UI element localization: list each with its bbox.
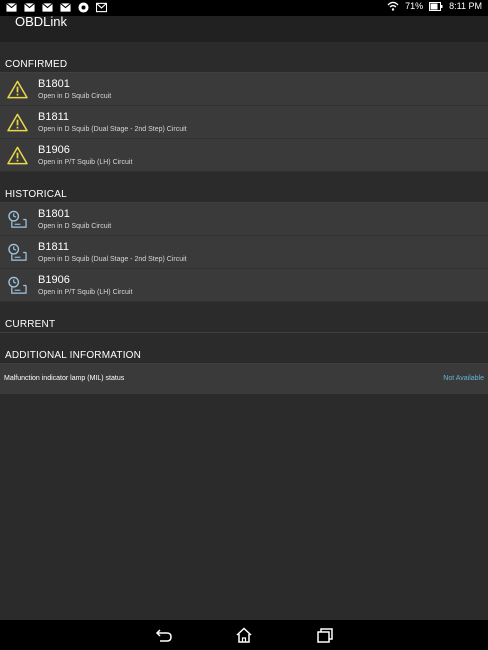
section-header-additional: ADDITIONAL INFORMATION (0, 333, 488, 364)
warning-icon (7, 80, 28, 99)
section-title: CURRENT (5, 319, 56, 330)
dtc-row[interactable]: B1906 Open in P/T Squib (LH) Circuit (0, 269, 488, 302)
mil-status-label: Malfunction indicator lamp (MIL) status (4, 375, 125, 382)
section-title: ADDITIONAL INFORMATION (5, 350, 142, 361)
dtc-row[interactable]: B1811 Open in D Squib (Dual Stage - 2nd … (0, 236, 488, 269)
mil-status-row[interactable]: Malfunction indicator lamp (MIL) status … (0, 364, 488, 394)
warning-icon (7, 113, 28, 132)
dtc-row[interactable]: B1801 Open in D Squib Circuit (0, 73, 488, 106)
recent-apps-icon[interactable] (316, 627, 334, 643)
mail-icon (42, 2, 53, 12)
dtc-row[interactable]: B1906 Open in P/T Squib (LH) Circuit (0, 139, 488, 172)
warning-icon (7, 146, 28, 165)
section-header-current: CURRENT (0, 302, 488, 333)
main-content: CONFIRMED B1801 Open in D Squib Circuit … (0, 42, 488, 394)
clock: 8:11 PM (449, 1, 482, 11)
back-icon[interactable] (155, 627, 173, 643)
navigation-bar (0, 620, 488, 650)
dtc-description: Open in D Squib (Dual Stage - 2nd Step) … (38, 256, 187, 263)
history-icon (8, 276, 27, 294)
history-icon (8, 210, 27, 228)
dtc-code: B1811 (38, 111, 69, 123)
section-title: CONFIRMED (5, 59, 68, 70)
battery-percent: 71% (405, 1, 424, 11)
section-header-confirmed: CONFIRMED (0, 42, 488, 73)
dtc-row[interactable]: B1801 Open in D Squib Circuit (0, 203, 488, 236)
notification-icons (6, 2, 107, 13)
dtc-description: Open in D Squib (Dual Stage - 2nd Step) … (38, 126, 187, 133)
status-bar: 71% 8:11 PM (0, 0, 488, 16)
system-status: 71% 8:11 PM (387, 1, 482, 11)
app-bar: OBDLink (0, 14, 488, 42)
wifi-icon (387, 1, 399, 11)
mail-icon (60, 2, 71, 12)
dtc-description: Open in P/T Squib (LH) Circuit (38, 159, 133, 166)
dtc-description: Open in D Squib Circuit (38, 93, 112, 100)
app-title: OBDLink (15, 14, 68, 29)
home-icon[interactable] (235, 627, 253, 643)
dtc-code: B1906 (38, 274, 70, 286)
dtc-description: Open in D Squib Circuit (38, 223, 112, 230)
dtc-description: Open in P/T Squib (LH) Circuit (38, 289, 133, 296)
dtc-code: B1906 (38, 144, 70, 156)
dtc-code: B1811 (38, 241, 69, 253)
mail-icon (6, 2, 17, 12)
dtc-row[interactable]: B1811 Open in D Squib (Dual Stage - 2nd … (0, 106, 488, 139)
mail-icon (24, 2, 35, 12)
dtc-code: B1801 (38, 78, 70, 90)
gmail-icon (96, 2, 107, 13)
mil-status-value: Not Available (443, 375, 484, 382)
section-title: HISTORICAL (5, 189, 67, 200)
dtc-code: B1801 (38, 208, 70, 220)
history-icon (8, 243, 27, 261)
section-header-historical: HISTORICAL (0, 172, 488, 203)
battery-icon (429, 1, 443, 11)
chrome-icon (78, 2, 89, 13)
